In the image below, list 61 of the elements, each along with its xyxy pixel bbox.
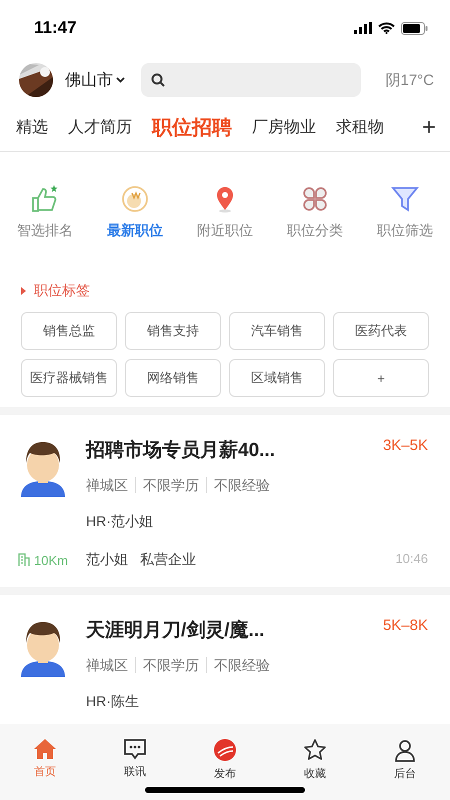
bottom-nav-item[interactable]: 联讯 <box>90 738 180 781</box>
category-tab[interactable]: 精选 <box>16 117 48 138</box>
battery-icon <box>401 22 428 34</box>
home-icon <box>33 738 57 760</box>
quick-nav-item[interactable]: 附近职位 <box>180 184 270 240</box>
search-field[interactable] <box>141 63 362 97</box>
section-title: 职位标签 <box>34 282 90 300</box>
tag-chip[interactable]: 医药代表 <box>333 312 429 350</box>
job-tag: 不限经验 <box>206 657 277 673</box>
tag-chip[interactable]: 区域销售 <box>229 359 325 397</box>
job-title[interactable]: 招聘市场专员月薪40... <box>86 435 383 463</box>
quick-nav-item[interactable]: 职位筛选 <box>360 184 450 240</box>
weather-text: 阴17°C <box>385 70 434 90</box>
add-tab-button[interactable]: + <box>414 116 450 140</box>
job-tag: 不限学历 <box>135 657 206 673</box>
company-type: 私营企业 <box>140 551 196 569</box>
new-badge-icon <box>120 184 150 214</box>
signal-icon <box>354 22 372 34</box>
job-tag: 禅城区 <box>86 657 135 673</box>
salary-text: 3K–5K <box>382 436 428 456</box>
job-tag: 不限学历 <box>135 477 206 493</box>
distance-text: 10Km <box>34 552 68 568</box>
search-icon <box>151 73 165 87</box>
hr-contact: HR·陈生 <box>86 693 140 711</box>
category-tab[interactable]: 求租物 <box>336 117 384 138</box>
category-tab[interactable]: 厂房物业 <box>252 117 316 138</box>
hr-contact: HR·范小姐 <box>86 513 154 531</box>
chevron-down-icon <box>116 77 125 83</box>
bottom-nav-item[interactable]: 收藏 <box>270 738 360 781</box>
salary-text: 5K–8K <box>382 616 428 636</box>
job-title[interactable]: 天涯明月刀/剑灵/魔... <box>86 615 383 643</box>
category-tab[interactable]: 人才简历 <box>68 117 132 138</box>
caret-right-icon <box>21 287 26 295</box>
post-time: 10:46 <box>394 551 428 568</box>
quick-nav-item[interactable]: 最新职位 <box>90 184 180 240</box>
star-icon <box>303 738 327 762</box>
bottom-nav-item[interactable]: 后台 <box>360 738 450 781</box>
chat-icon <box>123 738 147 760</box>
category-tab[interactable]: 职位招聘 <box>152 114 232 141</box>
tag-chip[interactable]: 销售总监 <box>21 312 117 350</box>
quick-nav-item[interactable]: 智选排名 <box>0 184 90 240</box>
quick-nav-item[interactable]: 职位分类 <box>270 184 360 240</box>
bottom-nav-item[interactable]: 发布 <box>180 738 270 781</box>
job-tag: 不限经验 <box>206 477 277 493</box>
clock-time: 11:47 <box>34 18 77 38</box>
tag-chip[interactable]: 医疗器械销售 <box>21 359 117 397</box>
job-tag: 禅城区 <box>86 477 135 493</box>
contact-name: 范小姐 <box>86 551 128 569</box>
building-icon <box>18 553 30 567</box>
wifi-icon <box>378 22 395 34</box>
avatar-icon <box>18 619 68 677</box>
city-selector[interactable]: 佛山市 <box>61 70 133 90</box>
thumbs-up-icon <box>30 184 60 214</box>
add-tag-button[interactable]: + <box>333 359 429 397</box>
tag-chip[interactable]: 汽车销售 <box>229 312 325 350</box>
publish-icon <box>213 738 237 762</box>
tag-chip[interactable]: 网络销售 <box>125 359 221 397</box>
user-icon <box>393 738 417 762</box>
filter-icon <box>390 184 420 214</box>
tag-chip[interactable]: 销售支持 <box>125 312 221 350</box>
avatar-icon <box>18 439 68 497</box>
